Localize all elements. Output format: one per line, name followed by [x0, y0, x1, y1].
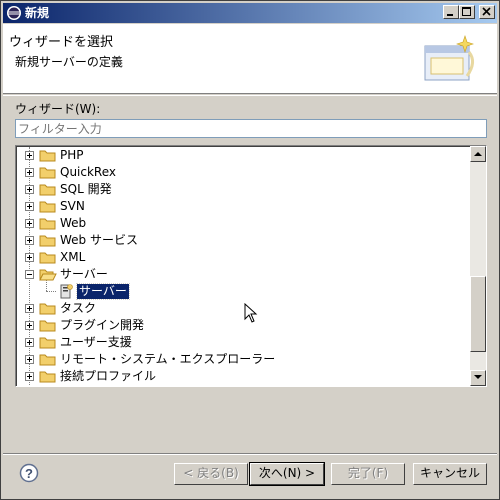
banner-subheading: 新規サーバーの定義: [15, 55, 123, 69]
tree-item-web-services[interactable]: Web サービス: [17, 232, 467, 249]
expand-icon[interactable]: [25, 185, 34, 194]
collapse-icon[interactable]: [25, 270, 34, 279]
tree-item-server-wizard[interactable]: サーバー: [17, 283, 467, 300]
wizard-banner: ウィザードを選択 新規サーバーの定義: [3, 24, 497, 94]
tree-item-label: Web: [60, 216, 87, 230]
folder-icon: [39, 303, 56, 315]
banner-heading: ウィザードを選択: [9, 35, 114, 50]
expand-icon[interactable]: [25, 355, 34, 364]
tree-item-label: Web サービス: [60, 233, 138, 247]
expand-icon[interactable]: [25, 321, 34, 330]
banner-separator: [3, 95, 497, 96]
scrollbar-thumb[interactable]: [470, 276, 486, 352]
tree-item-svn[interactable]: SVN: [17, 198, 467, 215]
folder-icon: [39, 252, 56, 264]
window-title: 新規: [25, 6, 50, 20]
new-wizard-dialog: 新規 ウィザードを選択 新規サーバーの定義 ウィザード(W): フィルター入力 …: [0, 0, 500, 500]
button-bar-separator: [3, 453, 497, 455]
folder-icon: [39, 201, 56, 213]
maximize-button[interactable]: [459, 5, 475, 19]
wizards-label: ウィザード(W):: [15, 102, 101, 116]
expand-icon[interactable]: [25, 168, 34, 177]
folder-icon: [39, 218, 56, 230]
wizard-tree[interactable]: PHP QuickRex SQL 開発 SVN Web Web サービス XML…: [15, 145, 487, 387]
finish-button[interactable]: 完了(F): [331, 463, 405, 485]
wizard-banner-icon: [424, 35, 474, 81]
tree-item-label: タスク: [60, 301, 97, 315]
expand-icon[interactable]: [25, 253, 34, 262]
tree-item-label: リモート・システム・エクスプローラー: [60, 352, 276, 366]
expand-icon[interactable]: [25, 202, 34, 211]
tree-item-plugin-development[interactable]: プラグイン開発: [17, 317, 467, 334]
tree-item-label: ユーザー支援: [60, 335, 132, 349]
tree-item-label: プラグイン開発: [60, 318, 145, 332]
folder-icon: [39, 371, 56, 383]
arrow-up-icon: [474, 152, 482, 156]
tree-item-quickrex[interactable]: QuickRex: [17, 164, 467, 181]
folder-icon: [39, 167, 56, 179]
arrow-down-icon: [474, 375, 482, 379]
scroll-down-button[interactable]: [470, 370, 486, 386]
tree-scrollbar[interactable]: [470, 146, 486, 386]
folder-icon: [39, 320, 56, 332]
minimize-icon: [447, 14, 453, 16]
expand-icon[interactable]: [25, 338, 34, 347]
tree-item-label: QuickRex: [60, 165, 117, 179]
expand-icon[interactable]: [25, 151, 34, 160]
mouse-cursor-icon: [244, 303, 258, 323]
help-icon[interactable]: ?: [19, 463, 39, 483]
close-icon: [482, 7, 491, 16]
tree-item-label: SQL 開発: [60, 182, 112, 196]
back-button[interactable]: < 戻る(B): [174, 463, 248, 485]
tree-item-tasks[interactable]: タスク: [17, 300, 467, 317]
title-bar[interactable]: 新規: [3, 3, 497, 23]
folder-open-icon: [39, 269, 57, 281]
expand-icon[interactable]: [25, 236, 34, 245]
tree-item-remote-system-explorer[interactable]: リモート・システム・エクスプローラー: [17, 351, 467, 368]
svg-text:?: ?: [25, 466, 33, 481]
tree-item-label: サーバー: [76, 283, 130, 300]
tree-item-label: PHP: [60, 148, 84, 162]
scroll-up-button[interactable]: [470, 146, 486, 162]
filter-input[interactable]: [15, 119, 487, 138]
tree-item-php[interactable]: PHP: [17, 147, 467, 164]
folder-icon: [39, 354, 56, 366]
tree-item-label: SVN: [60, 199, 85, 213]
expand-icon[interactable]: [25, 219, 34, 228]
tree-item-user-assistance[interactable]: ユーザー支援: [17, 334, 467, 351]
tree-item-server-category[interactable]: サーバー: [17, 266, 467, 283]
folder-icon: [39, 337, 56, 349]
tree-item-label: 接続プロファイル: [60, 369, 157, 383]
server-icon: [60, 284, 73, 299]
eclipse-icon: [7, 6, 21, 20]
next-button[interactable]: 次へ(N) >: [249, 462, 325, 486]
tree-item-label: サーバー: [60, 267, 108, 281]
folder-icon: [39, 235, 56, 247]
tree-item-label: XML: [60, 250, 86, 264]
expand-icon[interactable]: [25, 304, 34, 313]
tree-item-sql[interactable]: SQL 開発: [17, 181, 467, 198]
cancel-button[interactable]: キャンセル: [413, 463, 487, 485]
tree-item-xml[interactable]: XML: [17, 249, 467, 266]
tree-item-web[interactable]: Web: [17, 215, 467, 232]
wizard-tree-viewport: PHP QuickRex SQL 開発 SVN Web Web サービス XML…: [16, 146, 470, 386]
tree-item-connection-profiles[interactable]: 接続プロファイル: [17, 368, 467, 385]
folder-icon: [39, 150, 56, 162]
minimize-button[interactable]: [443, 5, 459, 19]
folder-icon: [39, 184, 56, 196]
maximize-icon: [462, 7, 471, 16]
close-button[interactable]: [479, 5, 495, 19]
expand-icon[interactable]: [25, 372, 34, 381]
